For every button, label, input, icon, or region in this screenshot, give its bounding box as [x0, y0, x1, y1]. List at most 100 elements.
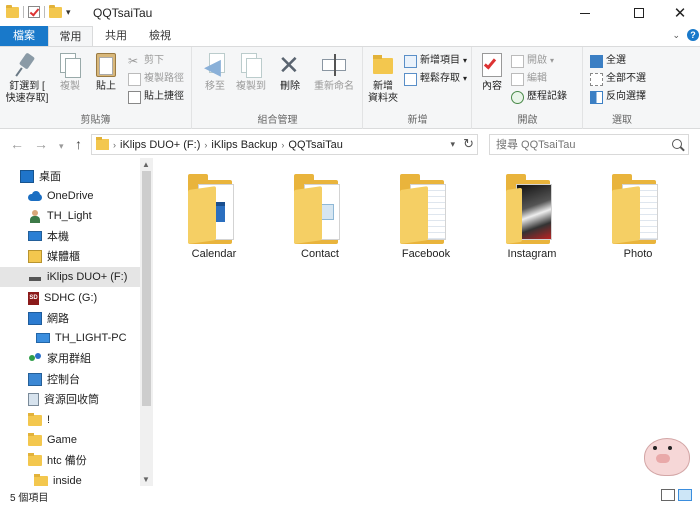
- breadcrumb-drive[interactable]: iKlips DUO+ (F:): [120, 139, 200, 151]
- nav-item-game[interactable]: Game: [0, 430, 140, 450]
- nav-item-th-light[interactable]: TH_Light: [0, 206, 140, 226]
- nav-item-network[interactable]: 網路: [0, 308, 140, 328]
- folder-item-calendar[interactable]: Calendar: [170, 172, 258, 264]
- item-count: 5 個項目: [10, 493, 49, 504]
- nav-item-recycle-bin[interactable]: 資源回收筒: [0, 389, 140, 409]
- minimize-button[interactable]: [562, 0, 608, 26]
- forward-arrow-icon[interactable]: →: [34, 136, 48, 152]
- copy-path-button[interactable]: 複製路徑: [128, 71, 184, 87]
- close-button[interactable]: ✕: [660, 0, 700, 26]
- refresh-icon[interactable]: ↻: [463, 136, 474, 152]
- ribbon-collapse-icon[interactable]: ⌄: [672, 30, 680, 41]
- tab-file[interactable]: 檔案: [0, 26, 48, 46]
- new-folder-icon: [369, 51, 397, 79]
- select-all-button[interactable]: 全選: [590, 53, 626, 69]
- nav-item-iklips-drive[interactable]: iKlips DUO+ (F:): [0, 267, 140, 287]
- folder-icon: [34, 473, 48, 486]
- nav-item-sdhc[interactable]: SD SDHC (G:): [0, 288, 140, 308]
- breadcrumb-current[interactable]: QQTsaiTau: [288, 139, 342, 151]
- easy-access-button[interactable]: 輕鬆存取 ▾: [404, 71, 467, 87]
- nav-item-htc-backup[interactable]: htc 備份: [0, 450, 140, 470]
- nav-item-label: 本機: [47, 231, 69, 243]
- scroll-up-icon[interactable]: ▲: [142, 160, 150, 169]
- nav-item-homegroup[interactable]: 家用群組: [0, 348, 140, 368]
- nav-item-folder-exclaim[interactable]: !: [0, 410, 140, 430]
- rename-button[interactable]: 重新命名: [309, 51, 359, 93]
- breadcrumb-chevron-icon[interactable]: ›: [281, 140, 284, 150]
- select-group-label: 選取: [612, 115, 632, 126]
- select-group: 全選 全部不選 反向選擇 選取: [584, 47, 660, 129]
- customize-toolbar-arrow-icon[interactable]: ▾: [66, 7, 71, 18]
- edit-button[interactable]: 編輯: [511, 71, 547, 87]
- cut-button[interactable]: ✂ 剪下: [128, 53, 164, 69]
- open-button[interactable]: 開啟 ▾: [511, 53, 554, 69]
- nav-item-libraries[interactable]: 媒體櫃: [0, 246, 140, 266]
- paste-shortcut-icon: [128, 90, 141, 104]
- nav-scrollbar[interactable]: ▲ ▼: [140, 158, 153, 486]
- scroll-down-icon[interactable]: ▼: [142, 475, 150, 484]
- breadcrumb-chevron-icon[interactable]: ›: [113, 140, 116, 150]
- delete-button[interactable]: ✕ 刪除: [275, 51, 305, 93]
- folder-name: Calendar: [191, 248, 237, 260]
- history-icon: [511, 90, 524, 104]
- paste-button[interactable]: 貼上: [90, 51, 122, 93]
- computer-icon: [36, 333, 50, 343]
- title-bar: ▾ QQTsaiTau ✕: [0, 0, 700, 26]
- tab-home[interactable]: 常用: [48, 26, 93, 46]
- nav-item-onedrive[interactable]: OneDrive: [0, 186, 140, 206]
- move-to-button[interactable]: ◀ 移至: [199, 51, 231, 93]
- history-button[interactable]: 歷程記錄: [511, 89, 567, 105]
- folder-item-contact[interactable]: Contact: [276, 172, 364, 264]
- pin-to-quick-access-button[interactable]: 釘選到 [ 快速存取]: [4, 51, 50, 105]
- search-icon[interactable]: [672, 139, 682, 149]
- select-none-button[interactable]: 全部不選: [590, 71, 646, 87]
- nav-item-th-light-pc[interactable]: TH_LIGHT-PC: [0, 328, 140, 348]
- invert-selection-button[interactable]: 反向選擇: [590, 89, 646, 105]
- scroll-thumb[interactable]: [142, 171, 151, 406]
- folder-icon: [506, 174, 558, 244]
- folder-icon[interactable]: [6, 4, 19, 18]
- folder-icon: [96, 137, 109, 150]
- copy-to-button[interactable]: 複製到: [233, 51, 269, 93]
- new-item-button[interactable]: 新增項目 ▾: [404, 53, 467, 69]
- copy-button[interactable]: 複製: [55, 51, 85, 93]
- tab-share[interactable]: 共用: [96, 26, 136, 46]
- nav-item-inside[interactable]: inside: [0, 471, 140, 486]
- folder-item-photo[interactable]: Photo: [594, 172, 682, 264]
- nav-item-label: OneDrive: [47, 190, 94, 202]
- homegroup-icon: [28, 352, 42, 365]
- new-folder-icon[interactable]: [49, 4, 62, 18]
- properties-button[interactable]: 內容: [477, 51, 507, 93]
- organize-group: ◀ 移至 複製到 ✕ 刪除 重新命名 組合管理: [193, 47, 363, 129]
- folder-item-instagram[interactable]: Instagram: [488, 172, 576, 264]
- nav-item-desktop[interactable]: 桌面: [0, 166, 140, 186]
- tab-view[interactable]: 檢視: [140, 26, 180, 46]
- up-arrow-icon[interactable]: ↑: [75, 136, 82, 152]
- open-label: 開啟: [527, 55, 547, 66]
- nav-item-label: Game: [47, 434, 77, 446]
- help-icon[interactable]: ?: [687, 29, 699, 41]
- nav-item-control-panel[interactable]: 控制台: [0, 369, 140, 389]
- copy-path-icon: [128, 72, 141, 86]
- large-icons-view-icon[interactable]: [678, 489, 692, 501]
- breadcrumb-chevron-icon[interactable]: ›: [204, 140, 207, 150]
- copy-path-label: 複製路徑: [144, 73, 184, 84]
- nav-item-label: TH_LIGHT-PC: [55, 332, 127, 344]
- open-group-label: 開啟: [517, 115, 538, 126]
- paste-shortcut-button[interactable]: 貼上捷徑: [128, 89, 184, 105]
- back-arrow-icon[interactable]: ←: [10, 136, 24, 152]
- new-folder-label-line1: 新增: [373, 81, 393, 92]
- search-box[interactable]: [489, 134, 689, 155]
- properties-icon[interactable]: [28, 6, 40, 18]
- folder-item-facebook[interactable]: Facebook: [382, 172, 470, 264]
- search-input[interactable]: [490, 135, 665, 154]
- nav-item-this-pc[interactable]: 本機: [0, 226, 140, 246]
- address-bar[interactable]: › iKlips DUO+ (F:) › iKlips Backup › QQT…: [91, 134, 478, 155]
- chevron-down-icon: ▾: [550, 56, 555, 65]
- breadcrumb-backup[interactable]: iKlips Backup: [211, 139, 277, 151]
- address-dropdown-icon[interactable]: ▾: [450, 139, 455, 150]
- details-view-icon[interactable]: [661, 489, 675, 501]
- recent-locations-chevron-icon[interactable]: ▾: [59, 138, 64, 154]
- new-folder-button[interactable]: 新增 資料夾: [366, 51, 400, 105]
- maximize-button[interactable]: [616, 0, 662, 26]
